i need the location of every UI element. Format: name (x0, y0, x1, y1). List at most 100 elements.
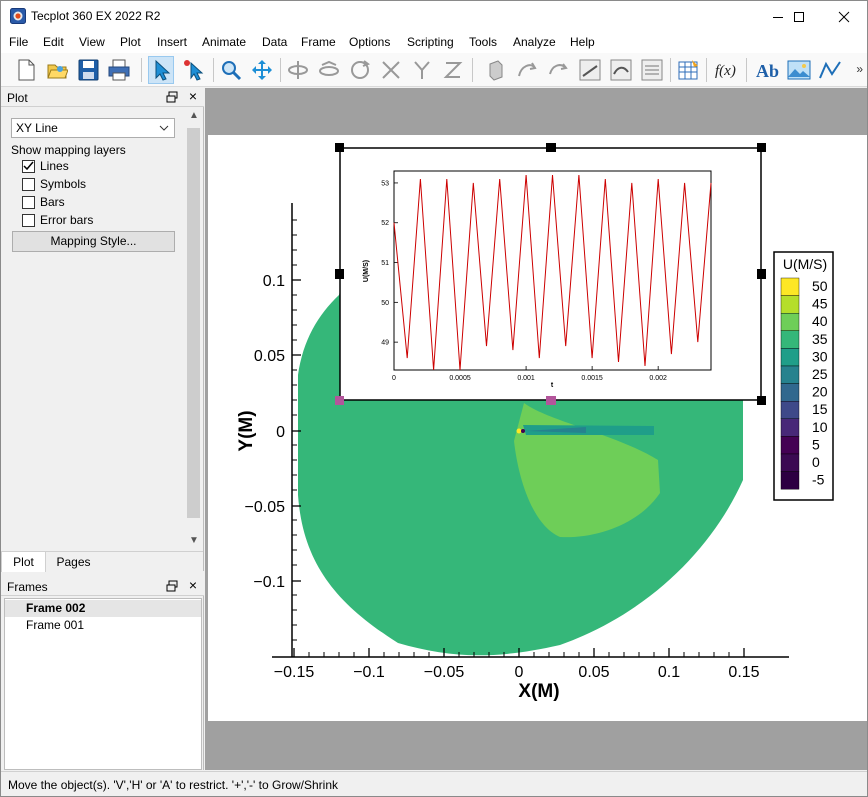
rotate-xy-button[interactable] (378, 56, 404, 84)
data-edit-button[interactable] (676, 56, 702, 84)
y-tick-label: 0.05 (254, 348, 285, 365)
menu-options[interactable]: Options (349, 35, 390, 49)
tab-pages[interactable]: Pages (46, 552, 101, 572)
new-layout-button[interactable] (13, 56, 39, 84)
resize-handle-sw[interactable] (335, 396, 344, 405)
resize-handle-w[interactable] (335, 269, 344, 279)
save-button[interactable] (75, 56, 101, 84)
slice-icon (579, 59, 601, 81)
streamtrace-tool-button[interactable] (639, 56, 665, 84)
print-button[interactable] (106, 56, 132, 84)
maximize-button[interactable] (776, 1, 822, 32)
rotate-zz-button[interactable] (440, 56, 466, 84)
geometry-tool-button[interactable] (817, 56, 843, 84)
menu-plot[interactable]: Plot (120, 35, 141, 49)
y-tick-label: 0.1 (263, 273, 285, 290)
toolbar-overflow-button[interactable]: » (856, 62, 863, 76)
float-panel-icon[interactable] (166, 580, 178, 592)
image-tool-button[interactable] (786, 56, 812, 84)
menu-view[interactable]: View (79, 35, 105, 49)
legend-label: 0 (812, 454, 820, 470)
menu-tools[interactable]: Tools (469, 35, 497, 49)
resize-handle-se[interactable] (757, 396, 766, 405)
checkbox-box[interactable] (22, 178, 35, 191)
contour-legend[interactable]: U(M/S) 50454035302520151050-5 (773, 251, 834, 501)
slice-tool-button[interactable] (577, 56, 603, 84)
resize-handle-ne[interactable] (757, 143, 766, 152)
plot-type-dropdown[interactable]: XY Line (11, 118, 175, 138)
frames-panel-header: Frames × (1, 577, 204, 596)
print-icon (108, 59, 130, 81)
plot-type-value: XY Line (16, 121, 58, 135)
rollerball-tool-button[interactable] (514, 56, 540, 84)
translate-tool-button[interactable] (249, 56, 275, 84)
legend-swatch (780, 418, 800, 437)
resize-handle-s[interactable] (546, 396, 556, 405)
spherical-tool-button[interactable] (545, 56, 571, 84)
frame-item-002[interactable]: Frame 002 (5, 600, 201, 617)
x-tick-label: −0.1 (353, 664, 385, 681)
adjustor-tool-button[interactable] (181, 56, 207, 84)
legend-label: 50 (812, 278, 828, 294)
rotate-yx-button[interactable] (409, 56, 435, 84)
checkbox-box[interactable] (22, 196, 35, 209)
xy-y-tick-label: 52 (381, 220, 389, 227)
zoom-tool-button[interactable] (218, 56, 244, 84)
menu-insert[interactable]: Insert (157, 35, 187, 49)
adjustor-icon (184, 60, 204, 81)
open-layout-icon (47, 64, 68, 79)
scroll-down-icon[interactable]: ▼ (189, 535, 199, 546)
probe-icon (489, 60, 503, 81)
resize-handle-e[interactable] (757, 269, 766, 279)
scrollbar-thumb[interactable] (187, 128, 200, 518)
menu-scripting[interactable]: Scripting (407, 35, 454, 49)
menu-analyze[interactable]: Analyze (513, 35, 556, 49)
legend-swatch (780, 295, 800, 314)
xy-line-frame[interactable]: 0 0.0005 0.001 0.0015 0.002 5352515049 t U(M… (335, 143, 766, 405)
tab-plot[interactable]: Plot (1, 552, 46, 572)
rotate-z-button[interactable] (347, 56, 373, 84)
tecplot-app-icon (10, 8, 26, 24)
rotate-y-button[interactable] (316, 56, 342, 84)
menu-frame[interactable]: Frame (301, 35, 336, 49)
sidebar-tabs: Plot Pages (1, 551, 203, 572)
resize-handle-n[interactable] (546, 143, 556, 152)
svg-text:Ab: Ab (756, 61, 779, 81)
checkbox-box[interactable] (22, 214, 35, 227)
menu-edit[interactable]: Edit (43, 35, 64, 49)
iso-tool-button[interactable] (608, 56, 634, 84)
frames-sidebar-panel: Frames × Frame 002 Frame 001 (1, 577, 204, 770)
probe-tool-button[interactable] (483, 56, 509, 84)
close-panel-icon[interactable]: × (189, 88, 197, 104)
checkbox-box[interactable] (22, 160, 35, 173)
rotate-x-button[interactable] (285, 56, 311, 84)
status-text: Move the object(s). 'V','H' or 'A' to re… (8, 778, 339, 792)
mapping-style-button[interactable]: Mapping Style... (12, 231, 175, 252)
image-icon (787, 60, 811, 80)
close-panel-icon[interactable]: × (189, 577, 197, 593)
menu-data[interactable]: Data (262, 35, 287, 49)
text-tool-button[interactable]: Ab (755, 56, 781, 84)
menu-help[interactable]: Help (570, 35, 595, 49)
frames-panel-title: Frames (7, 580, 48, 594)
open-layout-button[interactable] (44, 56, 70, 84)
xy-x-tick-label: 0 (392, 375, 396, 382)
rotate-yx-icon (414, 61, 430, 79)
close-button[interactable] (821, 1, 867, 32)
xy-y-tick-label: 49 (381, 340, 389, 347)
function-button[interactable]: f(x) (713, 56, 739, 84)
menu-animate[interactable]: Animate (202, 35, 246, 49)
maximize-icon (794, 11, 804, 22)
legend-label: 20 (812, 384, 828, 400)
spherical-icon (549, 63, 568, 75)
resize-handle-nw[interactable] (335, 143, 344, 152)
menu-file[interactable]: File (9, 35, 28, 49)
frame-item-001[interactable]: Frame 001 (5, 617, 201, 634)
selector-icon (155, 59, 171, 81)
scroll-up-icon[interactable]: ▲ (189, 110, 199, 121)
x-tick-label: 0.1 (658, 664, 680, 681)
selector-tool-button[interactable] (148, 56, 174, 84)
float-panel-icon[interactable] (166, 91, 178, 103)
toolbar-separator (280, 58, 281, 82)
legend-label: 30 (812, 348, 828, 364)
